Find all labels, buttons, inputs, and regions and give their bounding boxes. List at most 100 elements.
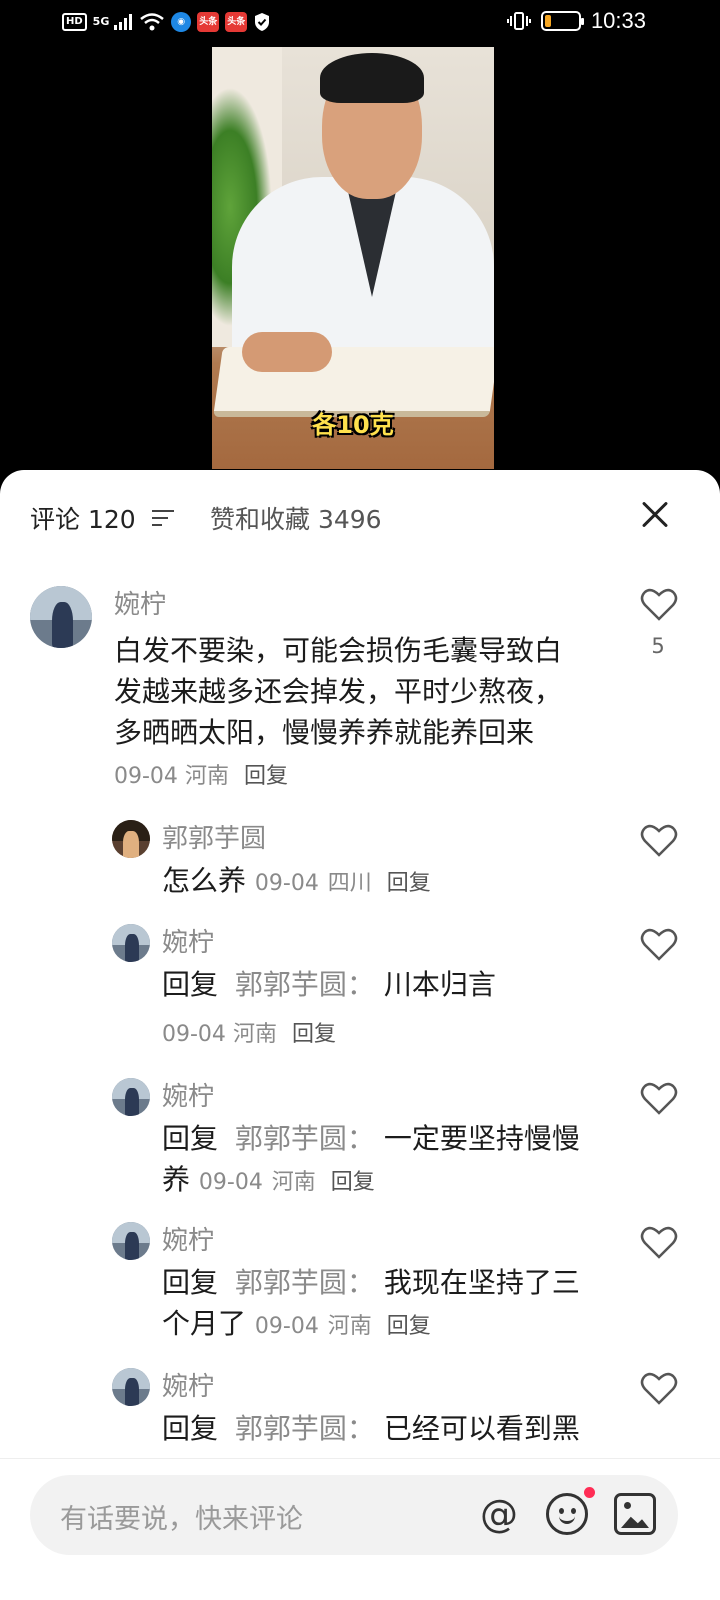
avatar[interactable] xyxy=(112,1078,150,1116)
comment-author[interactable]: 婉柠 xyxy=(114,584,166,621)
reply-author[interactable]: 婉柠 xyxy=(162,1366,214,1403)
tab-comments[interactable]: 评论 120 xyxy=(30,500,174,536)
mention-at-icon[interactable]: @ xyxy=(478,1493,520,1535)
emoji-notification-dot xyxy=(584,1487,595,1498)
video-person-hair xyxy=(320,53,424,103)
like-count: 5 xyxy=(651,634,665,658)
avatar[interactable] xyxy=(30,586,92,648)
reply-text-line: 回复 郭郭芋圆： 一定要坚持慢慢 xyxy=(162,1118,622,1159)
video-player[interactable]: 各10克 xyxy=(212,47,494,469)
reply-text: 怎么养 xyxy=(162,864,247,897)
reply-author[interactable]: 郭郭芋圆 xyxy=(162,818,266,855)
reply-location: 河南 xyxy=(232,1022,277,1047)
comment-text: 白发不要染，可能会损伤毛囊导致白 发越来越多还会掉发，平时少熬夜， 多晒晒太阳，… xyxy=(114,630,614,753)
image-icon[interactable] xyxy=(614,1493,656,1535)
comment-date: 09-04 xyxy=(114,764,178,789)
battery-level xyxy=(544,15,551,27)
avatar[interactable] xyxy=(112,1222,150,1260)
like-heart-icon[interactable] xyxy=(640,824,678,858)
reply-text: 养 xyxy=(162,1163,191,1196)
comments-count-label: 评论 120 xyxy=(30,505,136,534)
reply-text-line: 回复 郭郭芋圆： 已经可以看到黑 xyxy=(162,1408,622,1449)
reply-date: 09-04 xyxy=(198,1170,263,1195)
status-bar: HD 5G ◉ 头条 头条 10:33 xyxy=(0,0,720,48)
emoji-icon[interactable] xyxy=(546,1493,588,1535)
comment-meta: 09-04 河南 回复 xyxy=(114,758,288,790)
close-icon[interactable] xyxy=(636,496,674,534)
like-heart-icon[interactable] xyxy=(640,1372,678,1406)
reply-location: 四川 xyxy=(327,871,372,896)
network-type: 5G xyxy=(92,15,110,28)
reply-text-block: 回复 郭郭芋圆： 一定要坚持慢慢 养 09-04 河南 回复 xyxy=(162,1118,622,1203)
battery-icon xyxy=(540,11,584,31)
app-notification-icon: ◉ xyxy=(171,12,192,32)
reply-button[interactable]: 回复 xyxy=(292,1022,336,1047)
comment-input-bar: 有话要说，快来评论 @ xyxy=(0,1458,720,1600)
reply-text: 我现在坚持了三 xyxy=(383,1266,580,1299)
reply-to-user[interactable]: 郭郭芋圆： xyxy=(235,1122,375,1155)
reply-location: 河南 xyxy=(271,1170,316,1195)
wifi-icon xyxy=(139,12,165,32)
reply-author[interactable]: 婉柠 xyxy=(162,1076,214,1113)
like-heart-icon[interactable] xyxy=(640,928,678,962)
reply-text: 已经可以看到黑 xyxy=(383,1412,580,1445)
reply-text-line: 个月了 09-04 河南 回复 xyxy=(162,1303,622,1347)
toutiao-notification-icon-2: 头条 xyxy=(225,12,248,32)
reply-button[interactable]: 回复 xyxy=(331,1170,375,1195)
reply-button[interactable]: 回复 xyxy=(387,871,431,896)
vibrate-icon xyxy=(506,11,531,31)
reply-location: 河南 xyxy=(327,1314,372,1339)
reply-text-line: 回复 郭郭芋圆： 我现在坚持了三 xyxy=(162,1262,622,1303)
reply-button[interactable]: 回复 xyxy=(244,764,288,789)
reply-item: 婉柠 回复 郭郭芋圆： 一定要坚持慢慢 养 09-04 河南 回复 xyxy=(0,1076,720,1206)
reply-item: 郭郭芋圆 怎么养 09-04 四川 回复 xyxy=(0,818,720,908)
reply-prefix: 回复 xyxy=(162,968,219,1001)
reply-button[interactable]: 回复 xyxy=(387,1314,431,1339)
like-heart-icon[interactable] xyxy=(640,1226,678,1260)
reply-prefix: 回复 xyxy=(162,1122,219,1155)
comment-location: 河南 xyxy=(184,764,229,789)
tab-likes-favorites[interactable]: 赞和收藏 3496 xyxy=(210,500,382,536)
reply-text: 个月了 xyxy=(162,1307,247,1340)
reply-to-user[interactable]: 郭郭芋圆： xyxy=(235,968,375,1001)
avatar[interactable] xyxy=(112,1368,150,1406)
comment-input-placeholder: 有话要说，快来评论 xyxy=(60,1504,303,1535)
video-subtitle: 各10克 xyxy=(312,411,394,439)
reply-author[interactable]: 婉柠 xyxy=(162,922,214,959)
toutiao-notification-icon: 头条 xyxy=(197,12,220,32)
reply-text: 川本归言 xyxy=(383,968,496,1001)
comment-text-line: 多晒晒太阳，慢慢养养就能养回来 xyxy=(114,716,535,749)
comment-text-line: 白发不要染，可能会损伤毛囊导致白 xyxy=(114,634,563,667)
video-hand xyxy=(242,332,332,372)
reply-item: 婉柠 回复 郭郭芋圆： 我现在坚持了三 个月了 09-04 河南 回复 xyxy=(0,1220,720,1350)
comment-item: 婉柠 白发不要染，可能会损伤毛囊导致白 发越来越多还会掉发，平时少熬夜， 多晒晒… xyxy=(0,582,720,802)
reply-text: 一定要坚持慢慢 xyxy=(383,1122,580,1155)
signal-5g-icon: 5G xyxy=(93,12,134,32)
shield-check-icon xyxy=(253,12,271,32)
reply-item: 婉柠 回复 郭郭芋圆： 川本归言 09-04 河南 回复 xyxy=(0,922,720,1062)
reply-text-line: 怎么养 09-04 四川 回复 xyxy=(162,860,622,904)
reply-author[interactable]: 婉柠 xyxy=(162,1220,214,1257)
like-heart-icon[interactable] xyxy=(640,588,678,622)
reply-text-line: 养 09-04 河南 回复 xyxy=(162,1159,622,1203)
reply-to-user[interactable]: 郭郭芋圆： xyxy=(235,1266,375,1299)
avatar[interactable] xyxy=(112,924,150,962)
reply-date: 09-04 xyxy=(254,1314,319,1339)
like-heart-icon[interactable] xyxy=(640,1082,678,1116)
reply-text-block: 回复 郭郭芋圆： 我现在坚持了三 个月了 09-04 河南 回复 xyxy=(162,1262,622,1347)
reply-date: 09-04 xyxy=(162,1022,226,1047)
comment-text-line: 发越来越多还会掉发，平时少熬夜， xyxy=(114,675,563,708)
reply-date: 09-04 xyxy=(254,871,319,896)
comment-input[interactable]: 有话要说，快来评论 @ xyxy=(30,1475,678,1555)
hd-icon: HD xyxy=(62,13,87,31)
reply-prefix: 回复 xyxy=(162,1266,219,1299)
clock: 10:33 xyxy=(590,8,646,33)
reply-item: 婉柠 回复 郭郭芋圆： 已经可以看到黑 xyxy=(0,1366,720,1466)
comment-sheet: 评论 120 赞和收藏 3496 婉柠 白发不要染，可能会损伤毛囊导致白 发越来… xyxy=(0,470,720,1600)
avatar[interactable] xyxy=(112,820,150,858)
reply-prefix: 回复 xyxy=(162,1412,219,1445)
sheet-header: 评论 120 赞和收藏 3496 xyxy=(0,470,720,562)
reply-to-user[interactable]: 郭郭芋圆： xyxy=(235,1412,375,1445)
reply-meta: 09-04 河南 回复 xyxy=(162,1016,336,1048)
sort-icon[interactable] xyxy=(151,510,174,526)
